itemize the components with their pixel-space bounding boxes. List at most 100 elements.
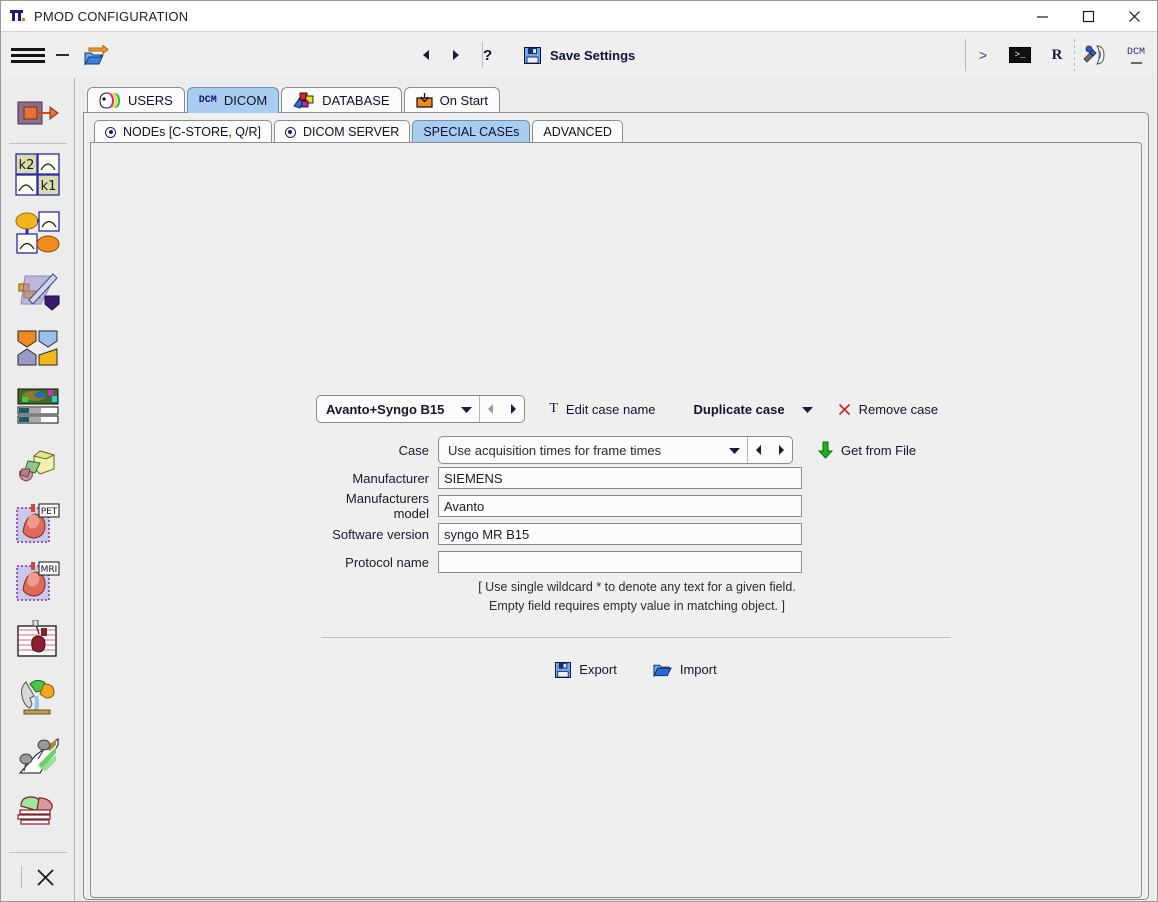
- chevron-down-icon[interactable]: [453, 405, 479, 414]
- edit-case-name-label: Edit case name: [565, 401, 656, 417]
- minimize-panel-button[interactable]: [45, 54, 79, 56]
- form-divider: [321, 636, 951, 638]
- minimize-icon: [1036, 15, 1048, 18]
- export-label: Export: [579, 662, 617, 678]
- case-next-button[interactable]: [502, 403, 524, 415]
- duplicate-case-label: Duplicate case: [693, 401, 785, 417]
- case-type-previous-button[interactable]: [748, 444, 770, 456]
- sidebar-item-cardiac-pet[interactable]: PET: [6, 494, 70, 552]
- hamburger-menu-button[interactable]: [11, 47, 45, 63]
- case-name-selector[interactable]: Avanto+Syngo B15: [316, 395, 526, 423]
- sidebar-item-kinetic-modeling[interactable]: [6, 84, 70, 142]
- application-window: PMOD CONFIGURATION ? Save Settings > >_ …: [0, 0, 1158, 902]
- tab-dicom-server-label: DICOM SERVER: [302, 125, 400, 139]
- tab-dicom-label: DICOM: [223, 93, 268, 108]
- case-type-next-button[interactable]: [770, 444, 792, 456]
- minimize-button[interactable]: [1019, 1, 1065, 32]
- chevron-down-icon[interactable]: [721, 446, 747, 455]
- previous-arrow-icon: [423, 50, 429, 60]
- tab-advanced[interactable]: ADVANCED: [532, 120, 623, 143]
- duplicate-case-button[interactable]: Duplicate case: [694, 402, 814, 417]
- sidebar-item-cardiac-perfusion[interactable]: [6, 610, 70, 668]
- sidebar-item-statistics[interactable]: [6, 726, 70, 784]
- open-folder-arrow-icon: [84, 44, 109, 66]
- field-label-case: Case: [398, 442, 429, 458]
- case-type-selector[interactable]: Use acquisition times for frame times: [438, 436, 793, 464]
- tab-nodes[interactable]: NODEs [C-STORE, Q/R]: [94, 120, 272, 143]
- export-button[interactable]: Export: [555, 661, 617, 678]
- window-title: PMOD CONFIGURATION: [34, 8, 189, 24]
- window-body: k2 k1 PET MRI USERS DCM DICOM DATABASE O…: [1, 78, 1157, 901]
- module-colorscale-icon: [17, 388, 58, 424]
- close-window-button[interactable]: [1111, 1, 1157, 32]
- config-tools-icon: [1083, 45, 1105, 65]
- import-label: Import: [679, 662, 717, 678]
- save-settings-button[interactable]: Save Settings: [524, 46, 635, 64]
- sidebar-item-compartment[interactable]: [6, 204, 70, 262]
- radio-dot-icon: [284, 126, 296, 138]
- close-separator: [20, 866, 22, 888]
- case-toolbar-row: Avanto+Syngo B15 T Edit case name Duplic…: [316, 395, 956, 423]
- tab-nodes-label: NODEs [C-STORE, Q/R]: [123, 125, 261, 139]
- dcm-status-indicator[interactable]: DCM: [1115, 47, 1157, 64]
- dcm-underline: [1130, 61, 1142, 64]
- next-button[interactable]: [446, 44, 466, 66]
- r-console-button[interactable]: R: [1040, 47, 1074, 64]
- minus-icon: [55, 54, 69, 56]
- svg-text:PET: PET: [40, 507, 57, 517]
- svg-text:MRI: MRI: [40, 565, 57, 575]
- toolbar-navigation: [416, 42, 489, 68]
- tab-dicom[interactable]: DCM DICOM: [186, 87, 280, 113]
- tab-database[interactable]: DATABASE: [281, 87, 402, 113]
- edit-case-name-button[interactable]: T Edit case name: [549, 401, 655, 417]
- title-bar: PMOD CONFIGURATION: [1, 1, 1157, 32]
- sidebar-item-k2-k1[interactable]: k2 k1: [6, 146, 70, 204]
- tab-users-label: USERS: [128, 93, 173, 108]
- sidebar-item-colorscale[interactable]: [6, 378, 70, 436]
- help-button[interactable]: ?: [483, 47, 492, 64]
- tab-special-cases[interactable]: SPECIAL CASEs: [412, 120, 531, 143]
- chevron-down-icon[interactable]: [801, 405, 814, 414]
- sidebar-item-cardiac-mri[interactable]: MRI: [6, 552, 70, 610]
- open-config-button[interactable]: [79, 42, 115, 68]
- special-case-form: Avanto+Syngo B15 T Edit case name Duplic…: [316, 395, 956, 678]
- configuration-tools-button[interactable]: [1075, 43, 1115, 67]
- case-name-value: Avanto+Syngo B15: [326, 401, 445, 417]
- field-row-software-version: Software version syngo MR B15: [316, 522, 956, 546]
- field-label-protocol-name: Protocol name: [345, 554, 429, 570]
- sidebar-item-segmentation[interactable]: [6, 320, 70, 378]
- manufacturers-model-input[interactable]: Avanto: [438, 495, 802, 517]
- module-cardiac-mri-icon: MRI: [15, 561, 59, 601]
- module-statistics-icon: [18, 738, 58, 774]
- module-k2k1-icon: k2 k1: [14, 153, 60, 196]
- export-import-row: Export Import: [316, 661, 956, 678]
- svg-text:k1: k1: [40, 179, 56, 194]
- shell-prompt-label[interactable]: >: [966, 47, 1000, 63]
- import-button[interactable]: Import: [653, 662, 717, 678]
- maximize-button[interactable]: [1065, 1, 1111, 32]
- sidebar-item-neuro[interactable]: [6, 668, 70, 726]
- sidebar-item-database-stack[interactable]: [6, 784, 70, 842]
- open-folder-icon: [653, 664, 672, 678]
- main-toolbar: ? Save Settings > >_ R DCM: [1, 32, 1157, 78]
- manufacturer-input[interactable]: SIEMENS: [438, 467, 802, 489]
- previous-button[interactable]: [416, 44, 436, 66]
- terminal-icon[interactable]: >_: [1009, 47, 1031, 63]
- sidebar-item-3d-rendering[interactable]: [6, 436, 70, 494]
- tab-dicom-server[interactable]: DICOM SERVER: [273, 120, 411, 143]
- tab-on-start-label: On Start: [439, 93, 489, 108]
- software-version-input[interactable]: syngo MR B15: [438, 523, 802, 545]
- close-application-button[interactable]: [1, 859, 74, 895]
- module-neuro-icon: [20, 679, 55, 715]
- tab-special-cases-label: SPECIAL CASEs: [423, 125, 520, 139]
- radio-dot-icon: [105, 126, 116, 138]
- field-row-manufacturers-model: Manufacturers model Avanto: [316, 491, 956, 521]
- get-from-file-button[interactable]: Get from File: [818, 441, 916, 459]
- remove-case-button[interactable]: Remove case: [838, 402, 938, 417]
- sidebar-item-fusion[interactable]: [6, 262, 70, 320]
- tab-users[interactable]: USERS: [87, 87, 185, 113]
- sidebar-bottom-group: [1, 852, 74, 901]
- case-previous-button[interactable]: [480, 403, 502, 415]
- protocol-name-input[interactable]: [438, 551, 802, 573]
- tab-on-start[interactable]: On Start: [403, 87, 501, 113]
